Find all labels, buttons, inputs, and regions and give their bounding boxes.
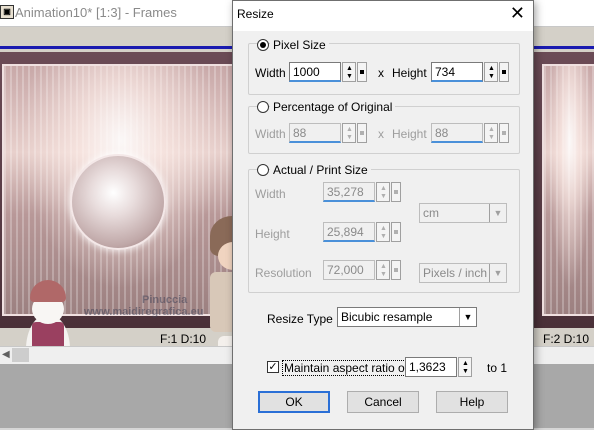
resize-dialog: Resize ✕ Pixel Size Width 1000 ▲ ▼ x Heig… (232, 0, 534, 430)
percent-height-spinner[interactable]: ▲ ▼ (484, 123, 498, 143)
animation-frame-2[interactable] (530, 52, 594, 328)
percent-height-label: Height (392, 127, 427, 141)
frame-1-image: Pinuccia www.maidiregrafica.eu (2, 64, 260, 384)
actual-print-size-radio[interactable] (257, 164, 269, 176)
percent-width-input[interactable]: 88 (289, 123, 341, 143)
resize-dialog-titlebar: Resize ✕ (233, 1, 533, 31)
print-height-label: Height (255, 227, 290, 241)
resolution-spinner[interactable]: ▲ ▼ (376, 260, 390, 280)
print-unit-select[interactable]: cm ▼ (419, 203, 507, 223)
percent-x-label: x (378, 127, 384, 141)
percent-width-label: Width (255, 127, 286, 141)
aspect-ratio-input[interactable]: 1,3623 (405, 357, 457, 377)
percent-height-input[interactable]: 88 (431, 123, 483, 143)
snow-globe-image (70, 154, 166, 250)
watermark: Pinuccia www.maidiregrafica.eu (84, 294, 204, 318)
percentage-label: Percentage of Original (270, 100, 396, 114)
pixel-height-spinner[interactable]: ▲ ▼ (484, 62, 498, 82)
pixel-width-input[interactable]: 1000 (289, 62, 341, 82)
chevron-down-icon: ▼ (489, 204, 506, 222)
frame-2-label: F:2 D:10 (543, 332, 590, 346)
print-width-label: Width (255, 187, 286, 201)
pixel-height-input[interactable]: 734 (431, 62, 483, 82)
print-width-jog[interactable] (391, 182, 401, 202)
pixel-height-label: Height (392, 66, 427, 80)
frame-2-image (542, 64, 594, 316)
print-height-spinner[interactable]: ▲ ▼ (376, 222, 390, 242)
pixel-width-jog[interactable] (357, 62, 367, 82)
resolution-input[interactable]: 72,000 (323, 260, 375, 280)
resolution-unit-value: Pixels / inch (423, 266, 488, 280)
animation-window-title: Animation10* [1:3] - Frames (15, 5, 177, 20)
pixel-size-label: Pixel Size (270, 38, 329, 52)
chevron-down-icon: ▼ (489, 264, 506, 282)
percent-width-spinner[interactable]: ▲ ▼ (342, 123, 356, 143)
scrollbar-thumb[interactable] (12, 348, 29, 362)
percent-height-jog[interactable] (499, 123, 509, 143)
print-height-input[interactable]: 25,894 (323, 222, 375, 242)
resolution-unit-select[interactable]: Pixels / inch ▼ (419, 263, 507, 283)
percent-width-jog[interactable] (357, 123, 367, 143)
aspect-ratio-spinner[interactable]: ▲ ▼ (458, 357, 472, 377)
print-width-spinner[interactable]: ▲ ▼ (376, 182, 390, 202)
resize-type-select[interactable]: Bicubic resample ▼ (337, 307, 477, 327)
ok-button[interactable]: OK (258, 391, 330, 413)
pixel-height-jog[interactable] (499, 62, 509, 82)
pixel-width-spinner[interactable]: ▲ ▼ (342, 62, 356, 82)
maintain-aspect-label[interactable]: Maintain aspect ratio of (282, 360, 411, 376)
dialog-title: Resize (237, 7, 274, 21)
close-icon[interactable]: ✕ (510, 3, 525, 24)
pixel-size-radio[interactable] (257, 39, 269, 51)
pixel-x-label: x (378, 66, 384, 80)
resolution-label: Resolution (255, 266, 312, 280)
actual-print-size-label: Actual / Print Size (270, 163, 371, 177)
aspect-ratio-suffix: to 1 (487, 361, 508, 375)
resize-type-value: Bicubic resample (341, 310, 433, 324)
scroll-left-arrow-icon[interactable]: ◀ (2, 349, 10, 360)
print-height-jog[interactable] (391, 222, 401, 242)
resolution-jog[interactable] (391, 260, 401, 280)
chevron-down-icon: ▼ (459, 308, 476, 326)
animation-frame-1[interactable]: Pinuccia www.maidiregrafica.eu (0, 52, 260, 384)
print-unit-value: cm (423, 206, 439, 220)
pixel-width-label: Width (255, 66, 286, 80)
resize-type-label: Resize Type (267, 312, 333, 326)
animation-shop-app-icon: ▣ (0, 5, 14, 19)
percentage-radio[interactable] (257, 101, 269, 113)
maintain-aspect-checkbox[interactable]: ✓ (267, 361, 279, 373)
help-button[interactable]: Help (436, 391, 508, 413)
cancel-button[interactable]: Cancel (347, 391, 419, 413)
frame-1-label: F:1 D:10 (160, 332, 207, 346)
print-width-input[interactable]: 35,278 (323, 182, 375, 202)
